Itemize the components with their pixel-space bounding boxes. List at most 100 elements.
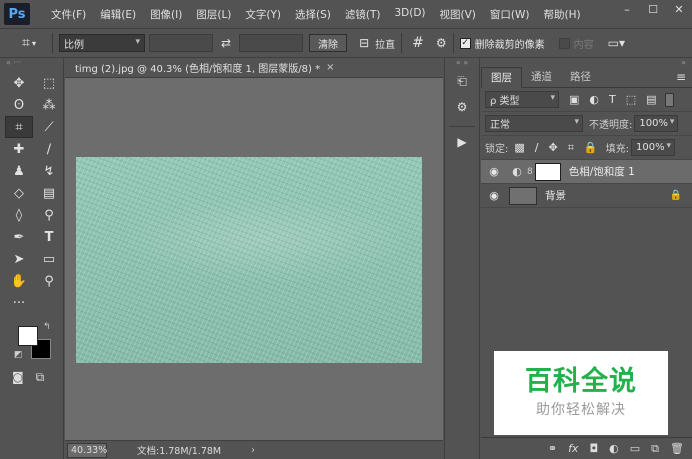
content-aware-checkbox[interactable] xyxy=(558,37,570,49)
lock-all-icon[interactable]: 🔒 xyxy=(584,141,598,154)
filter-toggle[interactable] xyxy=(664,92,674,107)
filter-smart-object-icon[interactable]: ▤ xyxy=(646,93,656,106)
menu-layer[interactable]: 图层(L) xyxy=(189,7,238,22)
eye-icon[interactable]: ◉ xyxy=(481,189,507,202)
ratio-height-field[interactable] xyxy=(239,34,304,52)
screen-mode-icon[interactable]: ⧉ xyxy=(36,370,45,385)
zoom-tool-icon[interactable]: ⚲ xyxy=(35,270,63,292)
panel-grip[interactable]: » xyxy=(481,58,692,67)
actions-play-icon[interactable]: ▶ xyxy=(450,131,474,153)
lock-position-icon[interactable]: ✥ xyxy=(549,141,558,154)
filter-kind-select[interactable]: ρ 类型 ▾ xyxy=(485,91,559,108)
history-panel-icon[interactable]: ⎗ xyxy=(450,70,474,92)
ratio-select[interactable]: 比例 ▾ xyxy=(59,34,145,52)
maximize-icon[interactable]: ☐ xyxy=(640,0,666,18)
opacity-field[interactable]: 100% ▾ xyxy=(634,115,679,132)
layer-row[interactable]: ◉ ◐ 8 色相/饱和度 1 xyxy=(481,160,692,184)
gradient-tool-icon[interactable]: ▤ xyxy=(35,182,63,204)
menu-help[interactable]: 帮助(H) xyxy=(537,7,588,22)
menu-type[interactable]: 文字(Y) xyxy=(238,7,288,22)
rectangle-tool-icon[interactable]: ▭ xyxy=(35,248,63,270)
menu-3d[interactable]: 3D(D) xyxy=(387,7,432,22)
close-icon[interactable]: ✕ xyxy=(666,0,692,18)
filter-type-icon[interactable]: T xyxy=(609,93,616,106)
default-colors-icon[interactable]: ◩ xyxy=(14,350,23,360)
hand-tool-icon[interactable]: ✋ xyxy=(5,270,33,292)
menu-select[interactable]: 选择(S) xyxy=(288,7,338,22)
document-image[interactable] xyxy=(76,157,422,363)
menu-view[interactable]: 视图(V) xyxy=(433,7,483,22)
swap-icon[interactable]: ⇄ xyxy=(221,36,231,50)
dodge-tool-icon[interactable]: ⚲ xyxy=(35,204,63,226)
panel-grip[interactable]: « » xyxy=(445,58,479,67)
tab-channels[interactable]: 通道 xyxy=(522,66,561,87)
workspace-icon[interactable]: ▭▾ xyxy=(608,36,625,50)
lock-artboard-icon[interactable]: ⌗ xyxy=(568,141,574,155)
new-layer-icon[interactable]: ⧉ xyxy=(651,442,659,456)
new-group-icon[interactable]: ▭ xyxy=(630,442,640,455)
blur-tool-icon[interactable]: ◊ xyxy=(5,204,33,226)
fill-field[interactable]: 100% ▾ xyxy=(631,139,675,156)
layer-mask-thumbnail[interactable] xyxy=(534,162,561,181)
history-brush-tool-icon[interactable]: ↯ xyxy=(35,160,63,182)
quick-mask-icon[interactable]: ◙ xyxy=(12,370,24,385)
filter-adjustment-icon[interactable]: ◐ xyxy=(589,93,599,106)
delete-cropped-checkbox[interactable]: ✓ xyxy=(459,37,471,49)
lasso-tool-icon[interactable]: ʘ xyxy=(5,94,33,116)
eye-icon[interactable]: ◉ xyxy=(481,165,507,178)
pen-tool-icon[interactable]: ✒ xyxy=(5,226,33,248)
layer-style-icon[interactable]: fx xyxy=(568,442,578,455)
delete-layer-icon[interactable]: 🗑 xyxy=(670,442,684,455)
straighten-icon[interactable]: ⊟ xyxy=(359,36,369,50)
menu-file[interactable]: 文件(F) xyxy=(44,7,93,22)
menu-window[interactable]: 窗口(W) xyxy=(483,7,537,22)
grid-overlay-icon[interactable]: # xyxy=(412,35,424,51)
menu-image[interactable]: 图像(I) xyxy=(143,7,189,22)
minimize-icon[interactable]: – xyxy=(614,0,640,18)
ratio-width-field[interactable] xyxy=(149,34,213,52)
gear-icon[interactable]: ⚙ xyxy=(436,36,447,50)
add-mask-icon[interactable]: ◘ xyxy=(589,442,598,455)
swap-colors-icon[interactable]: ↰ xyxy=(43,322,51,332)
document-tab[interactable]: timg (2).jpg @ 40.3% (色相/饱和度 1, 图层蒙版/8) … xyxy=(65,58,443,78)
menu-edit[interactable]: 编辑(E) xyxy=(93,7,143,22)
foreground-color-swatch[interactable] xyxy=(18,326,38,346)
clone-stamp-tool-icon[interactable]: ♟ xyxy=(5,160,33,182)
eyedropper-tool-icon[interactable]: ⟋ xyxy=(35,116,63,138)
brush-tool-icon[interactable]: ∕ xyxy=(35,138,63,160)
healing-brush-tool-icon[interactable]: ✚ xyxy=(5,138,33,160)
crop-tool-preset-icon[interactable]: ⌗ ▾ xyxy=(12,32,46,54)
straighten-button[interactable]: 拉直 xyxy=(375,36,395,51)
new-adjustment-icon[interactable]: ◐ xyxy=(609,442,619,455)
lock-transparent-icon[interactable]: ▩ xyxy=(514,141,524,154)
tab-layers[interactable]: 图层 xyxy=(481,67,522,88)
layer-row[interactable]: ◉ 背景 🔒 xyxy=(481,184,692,208)
status-menu-arrow-icon[interactable]: › xyxy=(251,445,255,456)
divider xyxy=(401,33,403,53)
panel-grip[interactable]: « ··· xyxy=(0,58,63,67)
magic-wand-tool-icon[interactable]: ⁂ xyxy=(35,94,63,116)
type-tool-icon[interactable]: T xyxy=(35,226,63,248)
tab-paths[interactable]: 路径 xyxy=(561,66,600,87)
properties-panel-icon[interactable]: ⚙ xyxy=(450,96,474,118)
layer-name[interactable]: 色相/饱和度 1 xyxy=(569,164,635,179)
path-selection-tool-icon[interactable]: ➤ xyxy=(5,248,33,270)
link-icon[interactable]: 8 xyxy=(527,167,533,177)
blend-mode-select[interactable]: 正常 ▾ xyxy=(485,115,583,132)
menu-filter[interactable]: 滤镜(T) xyxy=(338,7,388,22)
more-tools-icon[interactable]: ··· xyxy=(5,292,33,314)
clear-button[interactable]: 清除 xyxy=(309,34,348,52)
move-tool-icon[interactable]: ✥ xyxy=(5,72,33,94)
marquee-tool-icon[interactable]: ⬚ xyxy=(35,72,63,94)
crop-tool-icon[interactable]: ⌗ xyxy=(5,116,33,138)
layer-name[interactable]: 背景 xyxy=(545,188,566,203)
close-icon[interactable]: × xyxy=(326,62,334,73)
zoom-level-field[interactable]: 40.33% xyxy=(67,442,107,458)
lock-pixels-icon[interactable]: ∕ xyxy=(535,141,539,154)
link-layers-icon[interactable]: ⚭ xyxy=(548,442,557,455)
filter-shape-icon[interactable]: ⬚ xyxy=(626,93,636,106)
canvas-area[interactable] xyxy=(65,78,443,440)
eraser-tool-icon[interactable]: ◇ xyxy=(5,182,33,204)
filter-pixel-icon[interactable]: ▣ xyxy=(569,93,579,106)
panel-menu-icon[interactable]: ≡ xyxy=(676,70,686,84)
